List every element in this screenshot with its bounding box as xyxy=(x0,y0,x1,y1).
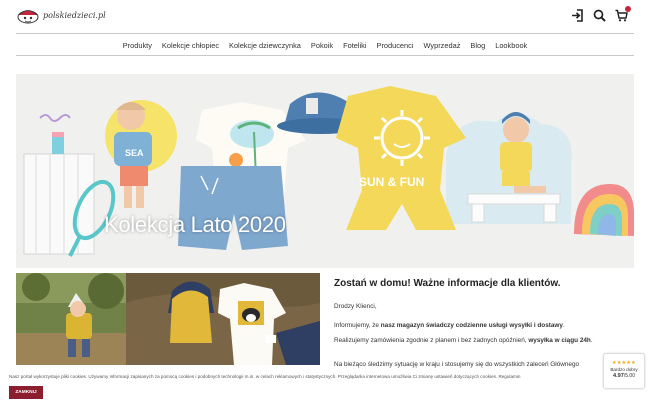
search-icon[interactable] xyxy=(593,9,606,22)
nav-item-kolekcje-chlopiec[interactable]: Kolekcje chłopiec xyxy=(157,41,224,50)
logo-icon xyxy=(16,7,40,24)
nav-item-blog[interactable]: Blog xyxy=(465,41,490,50)
login-icon[interactable] xyxy=(571,9,584,22)
hero-tee-text: SEA xyxy=(125,148,144,158)
article-heading: Zostań w domu! Ważne informacje dla klie… xyxy=(334,278,561,289)
article-paragraph-2: Realizujemy zamówienia zgodnie z planem … xyxy=(334,337,593,344)
cookie-banner: Nasz portal wykorzystuje pliki cookies. … xyxy=(0,368,600,409)
header-divider xyxy=(16,33,634,34)
article-paragraph-1: Informujemy, że nasz magazyn świadczy co… xyxy=(334,322,565,329)
hero-illustration: SUN & FUN SEA xyxy=(16,74,634,268)
nav-divider xyxy=(16,55,634,56)
hero-banner[interactable]: SUN & FUN SEA Kolekcja Lato 2020 xyxy=(16,74,634,268)
nav-item-lookbook[interactable]: Lookbook xyxy=(490,41,532,50)
info-article: Zostań w domu! Ważne informacje dla klie… xyxy=(334,278,634,368)
nav-item-foteliki[interactable]: Foteliki xyxy=(338,41,371,50)
main-nav: Produkty Kolekcje chłopiec Kolekcje dzie… xyxy=(16,35,634,55)
logo-text: polskiedzieci.pl xyxy=(43,11,106,20)
promo-photo-outdoor[interactable] xyxy=(16,273,126,365)
products-flatlay-photo xyxy=(126,273,320,365)
nav-item-wyprzedaz[interactable]: Wyprzedaż xyxy=(419,41,466,50)
rating-label: Bardzo dobry xyxy=(610,367,638,372)
nav-item-producenci[interactable]: Producenci xyxy=(372,41,419,50)
nav-item-pokoik[interactable]: Pokoik xyxy=(306,41,338,50)
cart-icon[interactable] xyxy=(615,6,631,22)
nav-item-produkty[interactable]: Produkty xyxy=(118,41,157,50)
outdoor-photo xyxy=(16,273,126,365)
promo-photo-products[interactable] xyxy=(126,273,320,365)
site-header: polskiedzieci.pl xyxy=(0,0,650,34)
cart-count-badge xyxy=(625,6,631,12)
rating-score: 4.97/5.00 xyxy=(612,373,635,379)
cookie-close-button[interactable]: ZAMKNIJ xyxy=(9,386,43,399)
nav-item-kolekcje-dziewczynka[interactable]: Kolekcje dziewczynka xyxy=(224,41,306,50)
rating-widget[interactable]: ★★★★★ Bardzo dobry 4.97/5.00 xyxy=(603,353,645,389)
hero-shirt-text: SUN & FUN xyxy=(359,175,424,189)
site-logo[interactable]: polskiedzieci.pl xyxy=(16,7,106,24)
article-greeting: Drodzy Klienci, xyxy=(334,303,377,310)
rating-stars-icon: ★★★★★ xyxy=(612,360,636,366)
hero-title: Kolekcja Lato 2020 xyxy=(104,212,286,237)
cookie-text: Nasz portal wykorzystuje pliki cookies. … xyxy=(9,374,521,379)
